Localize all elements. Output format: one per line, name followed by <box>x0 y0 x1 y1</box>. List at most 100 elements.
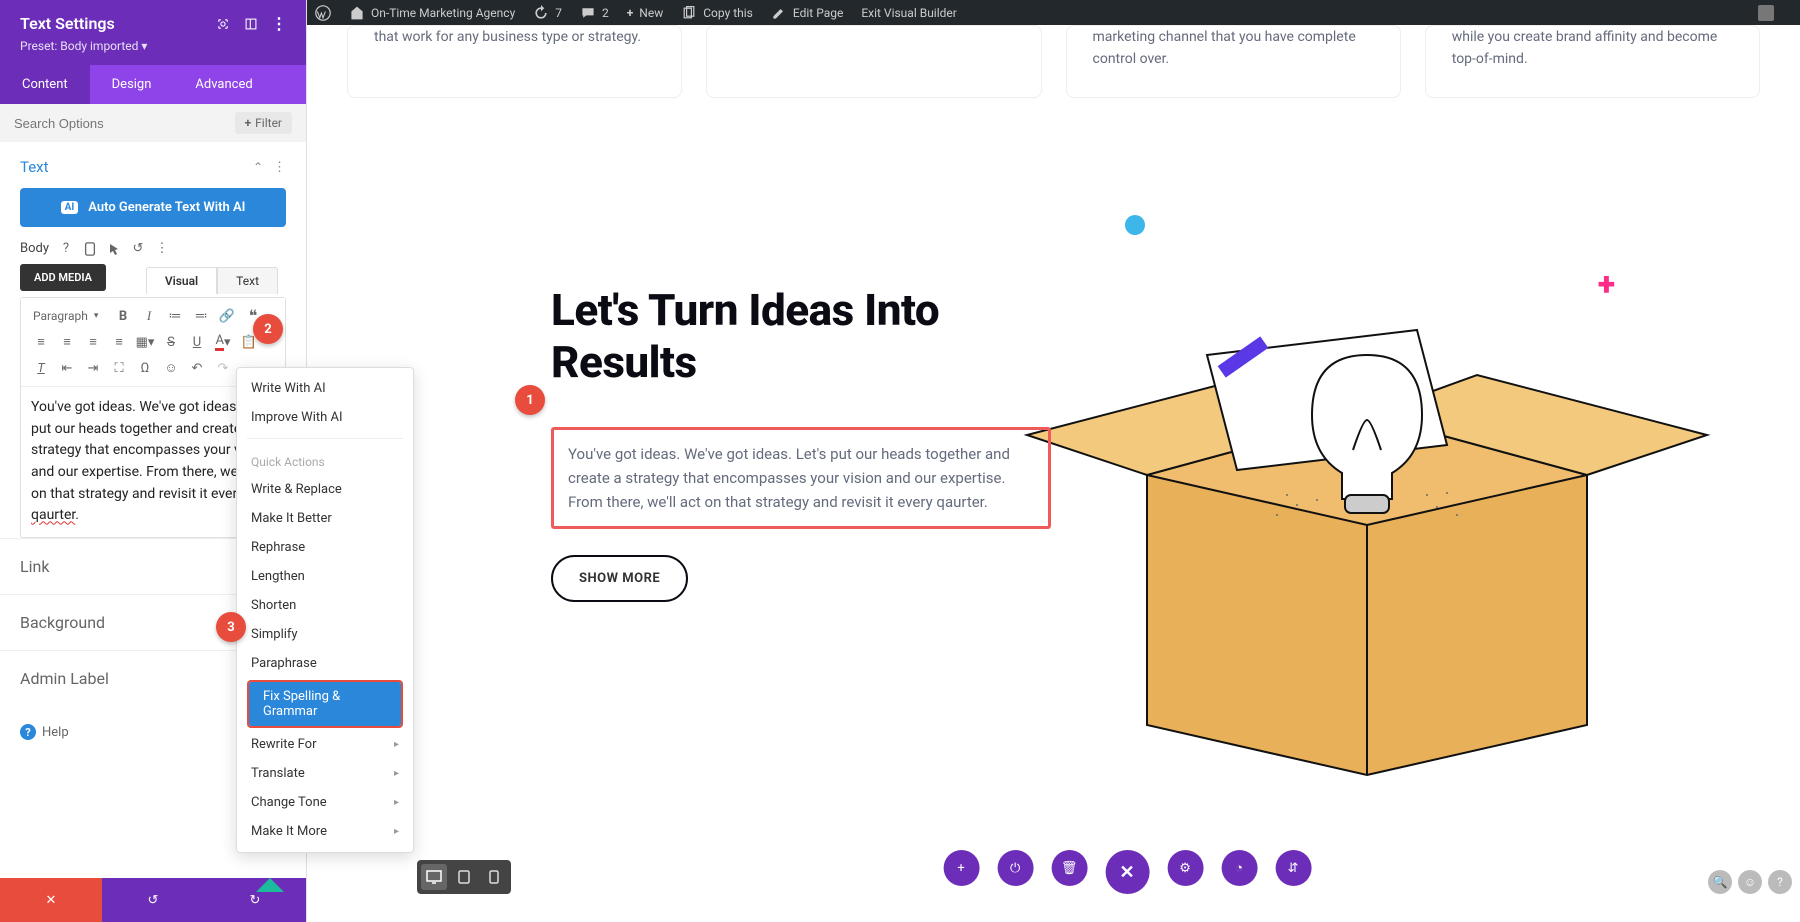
menu-improve-with-ai[interactable]: Improve With AI <box>237 403 413 432</box>
delete-button[interactable]: 🗑 <box>1051 850 1087 886</box>
menu-make-it-more[interactable]: Make It More▸ <box>237 817 413 846</box>
site-name[interactable]: On-Time Marketing Agency <box>349 5 515 21</box>
table-icon[interactable]: ▦▾ <box>133 330 157 354</box>
more-dots-icon[interactable]: ⋮ <box>273 160 286 175</box>
auto-generate-ai-button[interactable]: AI Auto Generate Text With AI <box>20 188 286 227</box>
more-icon[interactable]: ⋮ <box>155 242 169 256</box>
settings-gear-button[interactable]: ⚙ <box>1167 850 1203 886</box>
menu-make-better[interactable]: Make It Better <box>237 504 413 533</box>
preset-label[interactable]: Preset: Body imported ▾ <box>20 39 286 53</box>
fullscreen-icon[interactable]: ⛶ <box>107 356 131 380</box>
menu-lengthen[interactable]: Lengthen <box>237 562 413 591</box>
add-media-button[interactable]: ADD MEDIA <box>20 264 106 291</box>
feature-card: marketing channel that you have complete… <box>1066 25 1401 98</box>
italic-icon[interactable]: I <box>137 304 161 328</box>
view-desktop-icon[interactable] <box>421 864 447 890</box>
menu-quick-actions-header: Quick Actions <box>237 445 413 475</box>
chevron-right-icon: ▸ <box>394 768 399 779</box>
updates[interactable]: 7 <box>533 5 562 21</box>
user-account[interactable] <box>1758 5 1774 21</box>
callout-badge-2: 2 <box>253 314 283 344</box>
tab-advanced[interactable]: Advanced <box>173 65 274 104</box>
transfer-button[interactable]: ⇵ <box>1275 850 1311 886</box>
viewport-switcher <box>417 860 511 894</box>
comments[interactable]: 2 <box>580 5 609 21</box>
chevron-right-icon: ▸ <box>394 826 399 837</box>
wp-admin-bar: On-Time Marketing Agency 7 2 +New Copy t… <box>307 0 1800 25</box>
mobile-icon[interactable] <box>83 242 97 256</box>
menu-translate[interactable]: Translate▸ <box>237 759 413 788</box>
body-label: Body <box>20 241 49 256</box>
copy-this[interactable]: Copy this <box>681 5 753 21</box>
special-char-icon[interactable]: Ω <box>133 356 157 380</box>
clear-format-icon[interactable]: T <box>29 356 53 380</box>
ai-badge-icon: AI <box>61 201 79 214</box>
ai-dropdown-menu: Write With AI Improve With AI Quick Acti… <box>236 367 414 853</box>
emoji-icon[interactable]: ☺ <box>159 356 183 380</box>
sidebar-title: Text Settings <box>20 14 115 33</box>
expand-icon[interactable] <box>216 17 230 31</box>
edit-page[interactable]: Edit Page <box>771 5 843 21</box>
sidebar-tabs: Content Design Advanced <box>0 65 306 104</box>
indent-left-icon[interactable]: ⇤ <box>55 356 79 380</box>
help-icon[interactable]: ? <box>59 242 73 256</box>
hero-section: Let's Turn Ideas Into Results You've got… <box>551 285 1051 602</box>
bold-icon[interactable]: B <box>111 304 135 328</box>
sidebar-header: Text Settings ⋮ Preset: Body imported ▾ <box>0 0 306 65</box>
menu-fix-spelling-grammar[interactable]: Fix Spelling & Grammar <box>249 682 401 726</box>
align-right-icon[interactable]: ≡ <box>81 330 105 354</box>
redo-button[interactable]: ↻ <box>204 878 306 922</box>
hover-icon[interactable] <box>107 242 121 256</box>
menu-rephrase[interactable]: Rephrase <box>237 533 413 562</box>
wp-logo[interactable] <box>315 5 331 21</box>
section-text-header[interactable]: Text ⌃⋮ <box>0 142 306 188</box>
view-phone-icon[interactable] <box>481 864 507 890</box>
indent-right-icon[interactable]: ⇥ <box>81 356 105 380</box>
search-floating-icon[interactable]: 🔍 <box>1708 870 1732 894</box>
help-floating-icon[interactable]: ? <box>1768 870 1792 894</box>
ol-icon[interactable]: ≕ <box>189 304 213 328</box>
ul-icon[interactable]: ≔ <box>163 304 187 328</box>
menu-write-replace[interactable]: Write & Replace <box>237 475 413 504</box>
close-builder-button[interactable]: ✕ <box>1105 850 1149 894</box>
menu-change-tone[interactable]: Change Tone▸ <box>237 788 413 817</box>
history-button[interactable]: ◔ <box>1221 850 1257 886</box>
new-content[interactable]: +New <box>627 6 664 20</box>
more-icon[interactable]: ⋮ <box>272 17 286 31</box>
underline-icon[interactable]: U <box>185 330 209 354</box>
editor-tab-visual[interactable]: Visual <box>146 267 217 294</box>
link-icon[interactable]: 🔗 <box>215 304 239 328</box>
power-button[interactable]: ⏻ <box>997 850 1033 886</box>
layout-icon[interactable] <box>244 17 258 31</box>
redo-icon[interactable]: ↷ <box>211 356 235 380</box>
menu-write-with-ai[interactable]: Write With AI <box>237 374 413 403</box>
tab-content[interactable]: Content <box>0 65 90 104</box>
menu-simplify[interactable]: Simplify <box>237 620 413 649</box>
show-more-button[interactable]: SHOW MORE <box>551 555 688 602</box>
undo-icon[interactable]: ↶ <box>185 356 209 380</box>
feature-cards-row: that work for any business type or strat… <box>307 25 1800 132</box>
editor-tab-text[interactable]: Text <box>217 267 278 294</box>
menu-shorten[interactable]: Shorten <box>237 591 413 620</box>
support-floating-icon[interactable]: ☺ <box>1738 870 1762 894</box>
align-justify-icon[interactable]: ≡ <box>107 330 131 354</box>
add-button[interactable]: + <box>943 850 979 886</box>
undo-button[interactable]: ↺ <box>102 878 204 922</box>
tab-design[interactable]: Design <box>90 65 174 104</box>
align-left-icon[interactable]: ≡ <box>29 330 53 354</box>
hero-subtext-highlighted[interactable]: You've got ideas. We've got ideas. Let's… <box>551 427 1051 529</box>
textcolor-icon[interactable]: A▾ <box>211 330 235 354</box>
exit-visual-builder[interactable]: Exit Visual Builder <box>861 6 957 20</box>
reset-icon[interactable]: ↺ <box>131 242 145 256</box>
view-tablet-icon[interactable] <box>451 864 477 890</box>
filter-button[interactable]: +Filter <box>235 112 292 134</box>
cancel-button[interactable]: ✕ <box>0 878 102 922</box>
search-row: +Filter <box>0 104 306 142</box>
strike-icon[interactable]: S <box>159 330 183 354</box>
menu-paraphrase[interactable]: Paraphrase <box>237 649 413 678</box>
align-center-icon[interactable]: ≡ <box>55 330 79 354</box>
editor-tabs: Visual Text <box>146 267 278 294</box>
menu-rewrite-for[interactable]: Rewrite For▸ <box>237 730 413 759</box>
paragraph-select[interactable]: Paragraph <box>29 304 109 328</box>
search-input[interactable] <box>14 116 227 131</box>
